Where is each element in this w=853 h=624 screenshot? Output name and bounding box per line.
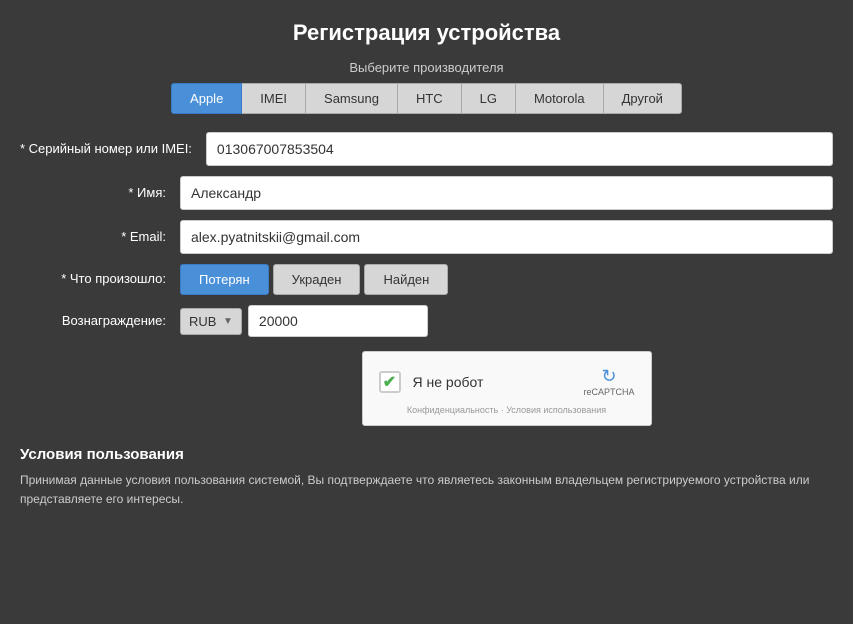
tab-other[interactable]: Другой: [604, 83, 682, 114]
reward-inputs: RUB USD EUR ▼: [180, 305, 428, 337]
reward-input[interactable]: [248, 305, 428, 337]
captcha-footer: Конфиденциальность · Условия использован…: [379, 405, 635, 415]
terms-text: Принимая данные условия пользования сист…: [20, 471, 833, 509]
email-row: * Email:: [20, 220, 833, 254]
captcha-logo: ↻ reCAPTCHA: [583, 366, 634, 397]
terms-section: Условия пользования Принимая данные усло…: [20, 432, 833, 515]
form: * Серийный номер или IMEI: * Имя: * Emai…: [20, 132, 833, 426]
status-stolen[interactable]: Украден: [273, 264, 361, 295]
manufacturer-label: Выберите производителя: [20, 60, 833, 75]
captcha-top: ✔ Я не робот ↻ reCAPTCHA: [379, 366, 635, 397]
tab-imei[interactable]: IMEI: [242, 83, 306, 114]
name-label: * Имя:: [20, 184, 180, 202]
status-label: * Что произошло:: [20, 270, 180, 288]
status-lost[interactable]: Потерян: [180, 264, 269, 295]
captcha-label: Я не робот: [413, 374, 584, 390]
tab-htc[interactable]: HTC: [398, 83, 462, 114]
currency-select-wrapper[interactable]: RUB USD EUR ▼: [180, 308, 242, 335]
email-label: * Email:: [20, 228, 180, 246]
tab-samsung[interactable]: Samsung: [306, 83, 398, 114]
serial-label: * Серийный номер или IMEI:: [20, 140, 206, 158]
captcha-box: ✔ Я не робот ↻ reCAPTCHA Конфиденциально…: [362, 351, 652, 426]
page-title: Регистрация устройства: [20, 10, 833, 46]
status-found[interactable]: Найден: [364, 264, 448, 295]
checkmark-icon: ✔: [383, 372, 396, 392]
terms-title: Условия пользования: [20, 446, 833, 463]
manufacturer-tabs: Apple IMEI Samsung HTC LG Motorola Друго…: [20, 83, 833, 114]
name-input[interactable]: [180, 176, 833, 210]
email-input[interactable]: [180, 220, 833, 254]
name-row: * Имя:: [20, 176, 833, 210]
serial-row: * Серийный номер или IMEI:: [20, 132, 833, 166]
recaptcha-brand: reCAPTCHA: [583, 387, 634, 397]
reward-label: Вознаграждение:: [20, 312, 180, 330]
captcha-row: ✔ Я не робот ↻ reCAPTCHA Конфиденциально…: [180, 351, 833, 426]
tab-lg[interactable]: LG: [462, 83, 516, 114]
status-row: * Что произошло: Потерян Украден Найден: [20, 264, 833, 295]
tab-motorola[interactable]: Motorola: [516, 83, 604, 114]
reward-row: Вознаграждение: RUB USD EUR ▼: [20, 305, 833, 337]
status-buttons: Потерян Украден Найден: [180, 264, 448, 295]
tab-apple[interactable]: Apple: [171, 83, 242, 114]
recaptcha-icon: ↻: [601, 366, 616, 387]
serial-input[interactable]: [206, 132, 833, 166]
currency-select[interactable]: RUB USD EUR: [189, 314, 221, 329]
chevron-down-icon: ▼: [223, 316, 233, 327]
captcha-checkbox[interactable]: ✔: [379, 371, 401, 393]
